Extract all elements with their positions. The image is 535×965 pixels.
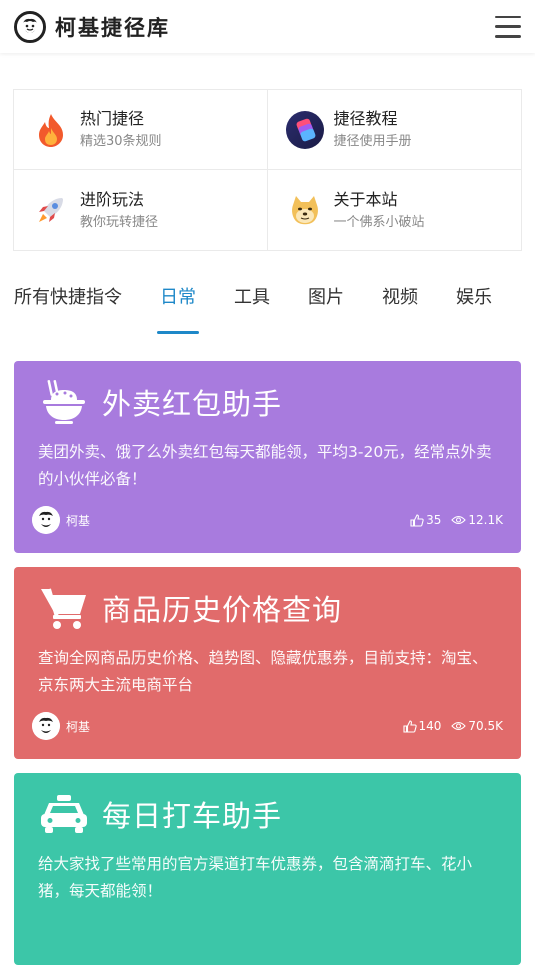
views-value: 12.1K xyxy=(468,513,503,527)
likes-value: 140 xyxy=(418,719,442,733)
quick-nav-subtitle: 精选30条规则 xyxy=(80,134,162,149)
shortcut-card-taxi[interactable]: 每日打车助手 给大家找了些常用的官方渠道打车优惠券，包含滴滴打车、花小猪，每天都… xyxy=(14,773,521,965)
card-title: 每日打车助手 xyxy=(102,799,283,833)
likes-count[interactable]: 140 xyxy=(402,719,442,733)
taxi-icon xyxy=(38,788,90,840)
quick-nav-title: 热门捷径 xyxy=(80,109,145,128)
quick-nav-subtitle: 捷径使用手册 xyxy=(333,134,412,149)
tab-all[interactable]: 所有快捷指令 xyxy=(14,282,122,334)
card-footer: 柯基 35 12.1K xyxy=(32,505,503,535)
quick-nav-subtitle: 教你玩转捷径 xyxy=(80,214,159,230)
tab-tools[interactable]: 工具 xyxy=(234,282,270,334)
likes-value: 35 xyxy=(426,513,442,527)
quick-nav-title: 捷径教程 xyxy=(333,109,398,128)
shopping-cart-icon xyxy=(38,582,90,634)
views-count: 12.1K xyxy=(451,513,503,527)
rice-bowl-icon xyxy=(38,376,90,428)
avatar[interactable] xyxy=(32,712,60,740)
quick-nav-title: 进阶玩法 xyxy=(80,189,145,209)
quick-nav-about[interactable]: 关于本站 一个佛系小破站 xyxy=(268,170,522,250)
tab-entertainment[interactable]: 娱乐 xyxy=(456,282,492,334)
card-title: 外卖红包助手 xyxy=(102,387,283,421)
tab-images[interactable]: 图片 xyxy=(308,282,344,334)
views-count: 70.5K xyxy=(451,719,503,733)
views-value: 70.5K xyxy=(468,719,503,733)
quick-nav-advanced[interactable]: 进阶玩法 教你玩转捷径 xyxy=(14,170,268,250)
card-description: 给大家找了些常用的官方渠道打车优惠券，包含滴滴打车、花小猪，每天都能领！ xyxy=(38,855,473,900)
category-tabs: 所有快捷指令 日常 工具 图片 视频 娱乐 xyxy=(0,282,535,334)
hamburger-menu-icon[interactable] xyxy=(495,15,521,38)
eye-icon xyxy=(451,515,467,525)
author-name[interactable]: 柯基 xyxy=(66,512,90,529)
tab-video[interactable]: 视频 xyxy=(382,282,418,334)
doge-icon xyxy=(286,191,324,229)
shortcut-card-price-history[interactable]: 商品历史价格查询 查询全网商品历史价格、趋势图、隐藏优惠券，目前支持：淘宝、京东… xyxy=(14,567,521,759)
card-description: 查询全网商品历史价格、趋势图、隐藏优惠券，目前支持：淘宝、京东两大主流电商平台 xyxy=(38,649,488,694)
quick-nav-subtitle: 一个佛系小破站 xyxy=(333,214,425,230)
shortcut-card-takeout[interactable]: 外卖红包助手 美团外卖、饿了么外卖红包每天都能领，平均3-20元，经常点外卖的小… xyxy=(14,361,521,553)
card-footer: 柯基 140 70.5K xyxy=(32,711,503,741)
top-header: 柯基捷径库 xyxy=(0,0,535,53)
card-title: 商品历史价格查询 xyxy=(102,593,343,627)
corgi-logo-icon[interactable] xyxy=(14,10,46,43)
author-name[interactable]: 柯基 xyxy=(66,718,90,735)
quick-nav-hot[interactable]: 热门捷径 精选30条规则 xyxy=(14,90,268,170)
quick-nav-tutorial[interactable]: 捷径教程 捷径使用手册 xyxy=(267,90,521,170)
rocket-icon xyxy=(32,191,70,229)
thumbs-up-icon xyxy=(402,719,417,733)
card-description: 美团外卖、饿了么外卖红包每天都能领，平均3-20元，经常点外卖的小伙伴必备！ xyxy=(38,443,492,488)
site-title[interactable]: 柯基捷径库 xyxy=(55,12,170,42)
likes-count[interactable]: 35 xyxy=(410,513,441,527)
thumbs-up-icon xyxy=(410,513,424,527)
quick-nav-grid: 热门捷径 精选30条规则 捷径教程 捷径使用手册 进阶玩法 教你玩转捷径 关于本… xyxy=(13,89,522,251)
tab-daily[interactable]: 日常 xyxy=(157,282,199,334)
shortcuts-app-icon xyxy=(285,110,324,149)
eye-icon xyxy=(451,721,467,731)
avatar[interactable] xyxy=(32,506,60,534)
fire-icon xyxy=(32,111,70,149)
quick-nav-title: 关于本站 xyxy=(333,189,398,209)
